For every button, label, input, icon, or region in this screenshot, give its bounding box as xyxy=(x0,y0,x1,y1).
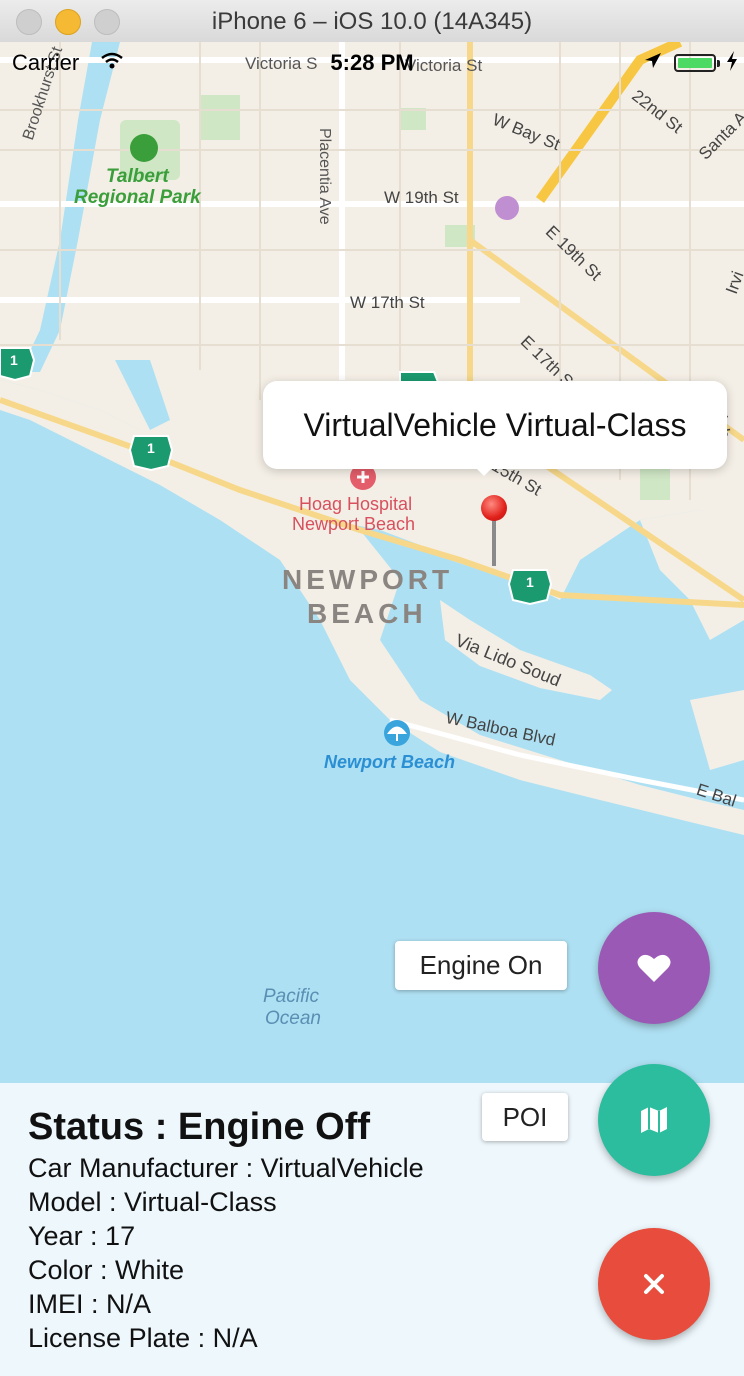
car-model: Model : Virtual-Class xyxy=(28,1187,277,1217)
poi-button[interactable]: POI xyxy=(482,1093,568,1141)
map-label-pacific: Pacific xyxy=(263,986,319,1007)
map-label-newport-beach-poi: Newport Beach xyxy=(324,752,456,772)
map-label-newport-2: BEACH xyxy=(307,598,427,629)
window-title: iPhone 6 – iOS 10.0 (14A345) xyxy=(211,8,533,35)
map-label-w17th: W 17th St xyxy=(350,293,425,312)
map-label-talbert-2: Regional Park xyxy=(74,187,201,208)
callout-tip xyxy=(470,462,498,476)
route-shield-label-b: 1 xyxy=(147,440,155,456)
close-button[interactable] xyxy=(598,1228,710,1340)
map-label-w19th: W 19th St xyxy=(384,188,459,207)
close-icon xyxy=(644,1274,664,1294)
car-license-plate: License Plate : N/A xyxy=(28,1323,258,1353)
route-shield-label-a: 1 xyxy=(10,352,18,368)
map-button[interactable] xyxy=(598,1064,710,1176)
clock: 5:28 PM xyxy=(330,50,414,75)
car-year: Year : 17 xyxy=(28,1221,136,1251)
battery-icon xyxy=(674,54,720,72)
map-label-placentia: Placentia Ave xyxy=(316,128,333,225)
map-icon xyxy=(641,1107,667,1133)
charging-bolt-icon xyxy=(727,51,737,71)
engine-on-button[interactable]: Engine On xyxy=(395,941,567,990)
engine-status: Status : Engine Off xyxy=(28,1106,370,1148)
car-color: Color : White xyxy=(28,1255,185,1285)
map-label-newport-1: NEWPORT xyxy=(282,564,454,595)
heart-icon xyxy=(637,954,671,982)
route-shield-label-c: 1 xyxy=(526,574,534,590)
map-pin-icon[interactable] xyxy=(481,495,507,521)
map-pin-stick xyxy=(492,519,496,566)
status-bar: Carrier 5:28 PM xyxy=(0,42,744,82)
location-arrow-icon xyxy=(645,53,661,68)
vehicle-callout[interactable]: VirtualVehicle Virtual-Class xyxy=(263,381,727,469)
window-titlebar: iPhone 6 – iOS 10.0 (14A345) xyxy=(0,0,744,43)
favorite-button[interactable] xyxy=(598,912,710,1024)
map-label-talbert-1: Talbert xyxy=(106,166,169,187)
car-imei: IMEI : N/A xyxy=(28,1289,152,1319)
car-manufacturer: Car Manufacturer : VirtualVehicle xyxy=(28,1153,424,1183)
map-label-ocean: Ocean xyxy=(265,1008,321,1029)
map-label-hoag-1: Hoag Hospital xyxy=(299,494,413,514)
map-label-hoag-2: Newport Beach xyxy=(292,514,416,534)
